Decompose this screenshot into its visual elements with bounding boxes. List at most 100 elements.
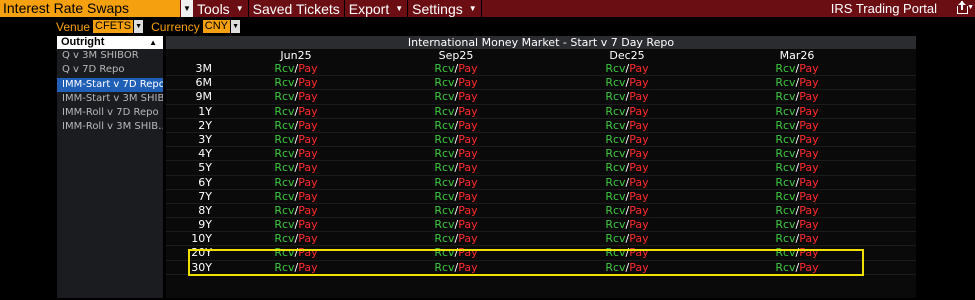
pay-button[interactable]: Pay	[298, 119, 317, 132]
pay-button[interactable]: Pay	[458, 218, 477, 231]
pay-button[interactable]: Pay	[799, 161, 818, 174]
pay-button[interactable]: Pay	[799, 119, 818, 132]
sidebar-item[interactable]: Q v 7D Repo	[57, 63, 163, 77]
receive-button[interactable]: Rcv	[605, 90, 625, 103]
receive-button[interactable]: Rcv	[775, 176, 795, 189]
receive-button[interactable]: Rcv	[434, 105, 454, 118]
receive-button[interactable]: Rcv	[775, 105, 795, 118]
receive-button[interactable]: Rcv	[274, 204, 294, 217]
pay-button[interactable]: Pay	[298, 161, 317, 174]
receive-button[interactable]: Rcv	[775, 161, 795, 174]
receive-button[interactable]: Rcv	[434, 133, 454, 146]
receive-button[interactable]: Rcv	[775, 246, 795, 259]
receive-button[interactable]: Rcv	[605, 119, 625, 132]
pay-button[interactable]: Pay	[458, 76, 477, 89]
pay-button[interactable]: Pay	[629, 90, 648, 103]
receive-button[interactable]: Rcv	[605, 218, 625, 231]
pay-button[interactable]: Pay	[298, 90, 317, 103]
pay-button[interactable]: Pay	[799, 176, 818, 189]
receive-button[interactable]: Rcv	[605, 147, 625, 160]
pay-button[interactable]: Pay	[458, 133, 477, 146]
pay-button[interactable]: Pay	[458, 176, 477, 189]
menu-tools[interactable]: Tools ▼	[193, 0, 249, 17]
receive-button[interactable]: Rcv	[605, 176, 625, 189]
receive-button[interactable]: Rcv	[434, 161, 454, 174]
pay-button[interactable]: Pay	[298, 76, 317, 89]
receive-button[interactable]: Rcv	[434, 76, 454, 89]
receive-button[interactable]: Rcv	[775, 218, 795, 231]
pay-button[interactable]: Pay	[629, 176, 648, 189]
pay-button[interactable]: Pay	[799, 62, 818, 75]
pay-button[interactable]: Pay	[458, 246, 477, 259]
receive-button[interactable]: Rcv	[605, 133, 625, 146]
sidebar-item[interactable]: IMM-Roll v 7D Repo	[57, 106, 163, 120]
pay-button[interactable]: Pay	[298, 133, 317, 146]
pay-button[interactable]: Pay	[629, 204, 648, 217]
pay-button[interactable]: Pay	[458, 190, 477, 203]
pay-button[interactable]: Pay	[629, 62, 648, 75]
receive-button[interactable]: Rcv	[605, 76, 625, 89]
function-dropdown-button[interactable]: ▼	[181, 0, 193, 17]
receive-button[interactable]: Rcv	[605, 261, 625, 274]
sidebar-item[interactable]: IMM-Start v 3M SHIB…	[57, 92, 163, 106]
pay-button[interactable]: Pay	[799, 133, 818, 146]
pay-button[interactable]: Pay	[629, 119, 648, 132]
pay-button[interactable]: Pay	[298, 105, 317, 118]
pay-button[interactable]: Pay	[799, 76, 818, 89]
venue-select[interactable]: CFETS	[93, 20, 134, 33]
pay-button[interactable]: Pay	[458, 105, 477, 118]
receive-button[interactable]: Rcv	[274, 218, 294, 231]
pay-button[interactable]: Pay	[799, 105, 818, 118]
pay-button[interactable]: Pay	[458, 147, 477, 160]
receive-button[interactable]: Rcv	[274, 232, 294, 245]
pay-button[interactable]: Pay	[629, 218, 648, 231]
pay-button[interactable]: Pay	[298, 246, 317, 259]
receive-button[interactable]: Rcv	[775, 76, 795, 89]
receive-button[interactable]: Rcv	[605, 204, 625, 217]
sidebar-header[interactable]: Outright ▲	[57, 36, 163, 49]
receive-button[interactable]: Rcv	[274, 105, 294, 118]
receive-button[interactable]: Rcv	[274, 133, 294, 146]
receive-button[interactable]: Rcv	[434, 261, 454, 274]
pay-button[interactable]: Pay	[458, 204, 477, 217]
chevron-down-icon[interactable]: ▼	[134, 20, 144, 33]
receive-button[interactable]: Rcv	[274, 147, 294, 160]
pay-button[interactable]: Pay	[458, 161, 477, 174]
pay-button[interactable]: Pay	[799, 147, 818, 160]
receive-button[interactable]: Rcv	[434, 190, 454, 203]
receive-button[interactable]: Rcv	[605, 246, 625, 259]
pay-button[interactable]: Pay	[298, 232, 317, 245]
receive-button[interactable]: Rcv	[274, 119, 294, 132]
pay-button[interactable]: Pay	[799, 218, 818, 231]
receive-button[interactable]: Rcv	[434, 218, 454, 231]
receive-button[interactable]: Rcv	[274, 90, 294, 103]
pay-button[interactable]: Pay	[629, 161, 648, 174]
receive-button[interactable]: Rcv	[274, 76, 294, 89]
pay-button[interactable]: Pay	[298, 62, 317, 75]
menu-settings[interactable]: Settings ▼	[408, 0, 482, 17]
receive-button[interactable]: Rcv	[434, 232, 454, 245]
pay-button[interactable]: Pay	[458, 232, 477, 245]
receive-button[interactable]: Rcv	[434, 62, 454, 75]
pay-button[interactable]: Pay	[458, 261, 477, 274]
share-icon[interactable]: ▼	[951, 0, 975, 17]
pay-button[interactable]: Pay	[629, 147, 648, 160]
pay-button[interactable]: Pay	[629, 76, 648, 89]
receive-button[interactable]: Rcv	[775, 133, 795, 146]
menu-export[interactable]: Export ▼	[345, 0, 409, 17]
receive-button[interactable]: Rcv	[775, 147, 795, 160]
receive-button[interactable]: Rcv	[605, 105, 625, 118]
receive-button[interactable]: Rcv	[775, 62, 795, 75]
pay-button[interactable]: Pay	[458, 62, 477, 75]
pay-button[interactable]: Pay	[799, 246, 818, 259]
pay-button[interactable]: Pay	[298, 190, 317, 203]
pay-button[interactable]: Pay	[629, 246, 648, 259]
receive-button[interactable]: Rcv	[434, 90, 454, 103]
receive-button[interactable]: Rcv	[775, 119, 795, 132]
collapse-icon[interactable]: ▲	[149, 36, 157, 49]
receive-button[interactable]: Rcv	[775, 204, 795, 217]
pay-button[interactable]: Pay	[298, 204, 317, 217]
receive-button[interactable]: Rcv	[274, 246, 294, 259]
receive-button[interactable]: Rcv	[274, 176, 294, 189]
pay-button[interactable]: Pay	[799, 190, 818, 203]
